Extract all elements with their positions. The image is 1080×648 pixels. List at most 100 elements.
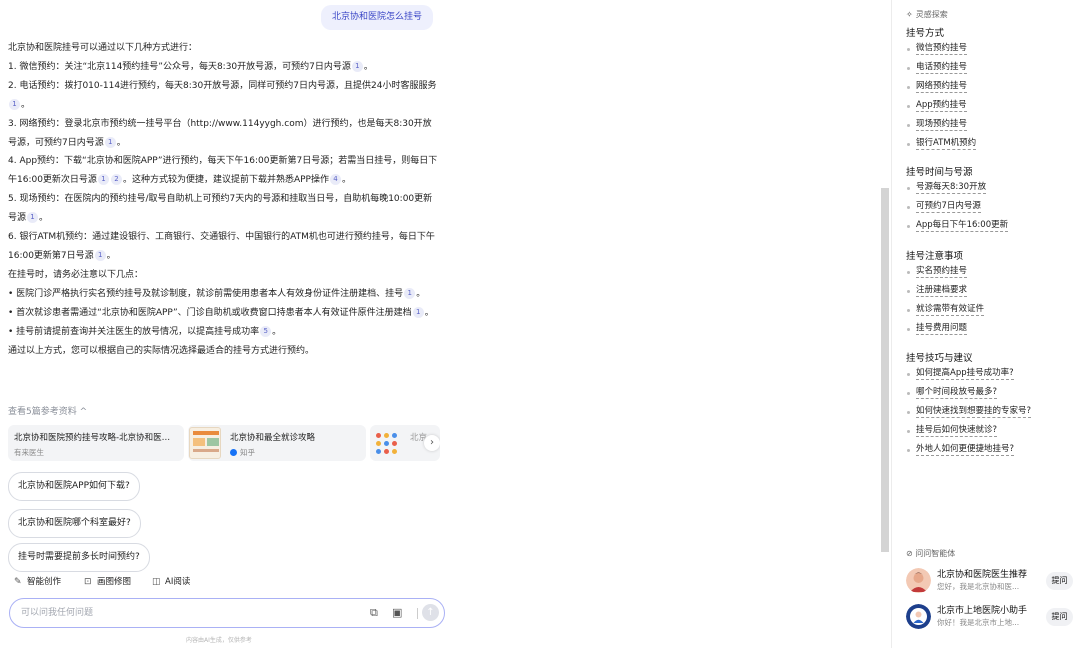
chat-input-box: ⧉ ▣ ↑ xyxy=(9,598,445,628)
tool-image-edit[interactable]: ⊡ 画图修图 xyxy=(84,573,131,591)
answer-paragraph: 6. 银行ATM机预约：通过建设银行、工商银行、交通银行、中国银行的ATM机也可… xyxy=(8,228,438,266)
zhihu-icon xyxy=(230,449,237,456)
user-message: 北京协和医院怎么挂号 xyxy=(321,5,434,30)
references-toggle[interactable]: 查看5篇参考资料 ^ xyxy=(8,404,87,417)
topic-link[interactable]: 微信预约挂号 xyxy=(906,42,1076,61)
topic-link[interactable]: 银行ATM机预约 xyxy=(906,137,1076,156)
reference-card[interactable]: 北京协和医院预约挂号攻略-北京协和医院... 有来医生 xyxy=(8,425,184,461)
answer-line-tail: 。 xyxy=(341,175,351,186)
answer-line-tail: 。 xyxy=(363,61,373,72)
tool-smart-create[interactable]: ✎ 智能创作 xyxy=(14,573,61,591)
section-title: 挂号时间与号源 xyxy=(906,167,973,178)
answer-line-tail: 。 xyxy=(272,326,282,337)
scrollbar[interactable] xyxy=(881,188,889,552)
chat-input[interactable] xyxy=(21,606,321,620)
agent-name: 北京协和医院医生推荐 xyxy=(937,570,1028,580)
suggestion-chip[interactable]: 挂号时需要提前多长时间预约? xyxy=(8,543,150,572)
answer-paragraph: • 首次就诊患者需通过“北京协和医院APP”、门诊自助机或收费窗口持患者本人有效… xyxy=(8,304,438,323)
answer-paragraph: 5. 现场预约：在医院内的预约挂号/取号自助机上可预约7天内的号源和挂取当日号，… xyxy=(8,190,438,228)
answer-line-tail: 。这种方式较为便捷，建议提前下载并熟悉APP操作 xyxy=(122,175,329,186)
image-upload-icon[interactable]: ▣ xyxy=(392,605,402,621)
sparkle-icon: ✧ xyxy=(906,10,913,19)
folder-icon[interactable]: ⧉ xyxy=(370,605,378,621)
citation-badge[interactable]: 1 xyxy=(9,98,20,110)
agent-description: 你好！我是北京市上地... xyxy=(937,618,1020,627)
topic-link[interactable]: App预约挂号 xyxy=(906,99,1076,118)
agent-card[interactable]: 北京市上地医院小助手 你好！我是北京市上地... 提问 xyxy=(906,603,1076,633)
agent-card[interactable]: 北京协和医院医生推荐 您好，我是北京协和医... 提问 xyxy=(906,567,1076,597)
answer-line-text: • 医院门诊严格执行实名预约挂号及就诊制度，就诊前需使用患者本人有效身份证件注册… xyxy=(8,288,404,299)
suggestion-chip[interactable]: 北京协和医院哪个科室最好? xyxy=(8,509,141,538)
topic-link[interactable]: 现场预约挂号 xyxy=(906,118,1076,137)
section-title: 挂号技巧与建议 xyxy=(906,353,973,364)
send-button[interactable]: ↑ xyxy=(422,604,439,621)
citation-badge[interactable]: 1 xyxy=(27,212,39,224)
answer-paragraph: 在挂号时，请务必注意以下几点： xyxy=(8,266,438,285)
answer-line-text: • 挂号前请提前查询并关注医生的放号情况，以提高挂号成功率 xyxy=(8,326,260,337)
references-list: 北京协和医院预约挂号攻略-北京协和医院... 有来医生 北京协和最全就诊攻略 知… xyxy=(8,425,440,461)
citation-badge[interactable]: 1 xyxy=(351,60,363,72)
section-title: 挂号方式 xyxy=(906,28,945,39)
answer-paragraph: 3. 网络预约：登录北京市预约统一挂号平台（http://www.114yygh… xyxy=(8,115,438,153)
topic-link[interactable]: 电话预约挂号 xyxy=(906,61,1076,80)
citation-badge[interactable]: 5 xyxy=(260,325,272,337)
suggestion-chip[interactable]: 北京协和医院APP如何下载? xyxy=(8,472,140,501)
image-icon: ⊡ xyxy=(84,577,92,587)
topic-link[interactable]: 就诊需带有效证件 xyxy=(906,303,1076,322)
inspiration-sidebar: ✧ 灵感探索 挂号方式 微信预约挂号 电话预约挂号 网络预约挂号 App预约挂号 … xyxy=(892,0,1080,648)
avatar xyxy=(906,604,931,629)
topic-link[interactable]: 实名预约挂号 xyxy=(906,265,1076,284)
tool-ai-read[interactable]: ◫ AI阅读 xyxy=(152,573,190,591)
reference-title: 北京协和最全就诊攻略 xyxy=(230,433,316,443)
topic-link[interactable]: 网络预约挂号 xyxy=(906,80,1076,99)
reference-title: 北京协和医院预约挂号攻略-北京协和医院... xyxy=(14,433,178,443)
citation-badge[interactable]: 4 xyxy=(329,174,341,186)
citation-badge[interactable]: 1 xyxy=(412,306,424,318)
sidebar-section: 挂号注意事项 实名预约挂号 注册建档要求 就诊需带有效证件 挂号费用问题 xyxy=(906,250,1076,341)
topic-link[interactable]: 挂号后如何快速就诊? xyxy=(906,424,1076,443)
chevron-right-icon[interactable]: › xyxy=(424,435,440,451)
topic-link[interactable]: 号源每天8:30开放 xyxy=(906,181,1076,200)
topic-link[interactable]: 可预约7日内号源 xyxy=(906,200,1076,219)
read-icon: ◫ xyxy=(152,577,161,587)
reference-card[interactable]: 北京协和最全就诊攻略 知乎 xyxy=(188,425,366,461)
avatar xyxy=(906,568,931,593)
citation-badge[interactable]: 1 xyxy=(97,174,109,186)
ask-button[interactable]: 提问 xyxy=(1046,572,1073,590)
answer-line-text: 1. 微信预约：关注“北京114预约挂号”公众号，每天8:30开放号源，可预约7… xyxy=(8,61,351,72)
citation-badge[interactable]: 2 xyxy=(110,174,122,186)
citation-badge[interactable]: 1 xyxy=(104,136,116,148)
answer-paragraph: • 医院门诊严格执行实名预约挂号及就诊制度，就诊前需使用患者本人有效身份证件注册… xyxy=(8,285,438,304)
reference-card[interactable]: 北京 › xyxy=(370,425,440,461)
answer-text: 北京协和医院挂号可以通过以下几种方式进行： 1. 微信预约：关注“北京114预约挂… xyxy=(8,39,438,360)
citation-badge[interactable]: 1 xyxy=(94,249,106,261)
reference-thumbnail xyxy=(374,431,404,457)
answer-line-tail: 。 xyxy=(39,213,49,224)
sidebar-section: 挂号方式 微信预约挂号 电话预约挂号 网络预约挂号 App预约挂号 现场预约挂号… xyxy=(906,27,1076,156)
answer-line-tail: 。 xyxy=(116,137,126,148)
reference-source: 知乎 xyxy=(240,448,255,457)
answer-line-text: 5. 现场预约：在医院内的预约挂号/取号自助机上可预约7天内的号源和挂取当日号，… xyxy=(8,194,433,224)
answer-line-text: 在挂号时，请务必注意以下几点： xyxy=(8,269,144,280)
answer-line-tail: 。 xyxy=(424,307,434,318)
topic-link[interactable]: 挂号费用问题 xyxy=(906,322,1076,341)
citation-badge[interactable]: 1 xyxy=(404,287,416,299)
topic-link[interactable]: 注册建档要求 xyxy=(906,284,1076,303)
topic-link[interactable]: App每日下午16:00更新 xyxy=(906,219,1076,238)
answer-paragraph: 通过以上方式，您可以根据自己的实际情况选择最适合的挂号方式进行预约。 xyxy=(8,342,438,361)
answer-line-tail: 。 xyxy=(106,250,116,261)
topic-link[interactable]: 如何提高App挂号成功率? xyxy=(906,367,1076,386)
reference-thumbnail xyxy=(189,427,221,459)
topic-link[interactable]: 外地人如何更便捷地挂号? xyxy=(906,443,1076,462)
ask-button[interactable]: 提问 xyxy=(1046,608,1073,626)
answer-line-text: 6. 银行ATM机预约：通过建设银行、工商银行、交通银行、中国银行的ATM机也可… xyxy=(8,232,435,261)
chat-panel: 北京协和医院怎么挂号 北京协和医院挂号可以通过以下几种方式进行： 1. 微信预约：… xyxy=(0,0,880,648)
agent-description: 您好，我是北京协和医... xyxy=(937,582,1020,591)
answer-line-tail: 。 xyxy=(416,288,426,299)
answer-paragraph: 北京协和医院挂号可以通过以下几种方式进行： xyxy=(8,39,438,58)
sidebar-header: ✧ 灵感探索 xyxy=(906,10,948,19)
topic-link[interactable]: 哪个时间段放号最多? xyxy=(906,386,1076,405)
ai-disclaimer: 内容由AI生成，仅供参考 xyxy=(186,637,252,644)
topic-link[interactable]: 如何快速找到想要挂的专家号? xyxy=(906,405,1076,424)
sidebar-section: 挂号技巧与建议 如何提高App挂号成功率? 哪个时间段放号最多? 如何快速找到想… xyxy=(906,352,1076,462)
